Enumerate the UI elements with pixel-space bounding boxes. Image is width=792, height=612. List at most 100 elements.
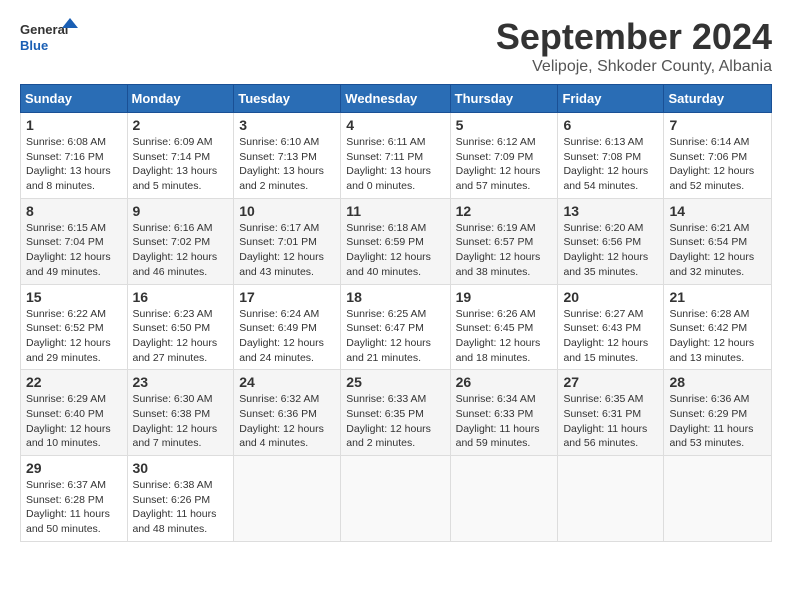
day-info: Sunrise: 6:23 AM Sunset: 6:50 PM Dayligh… bbox=[133, 307, 229, 366]
day-info: Sunrise: 6:16 AM Sunset: 7:02 PM Dayligh… bbox=[133, 221, 229, 280]
sunrise-label: Sunrise: 6:24 AM bbox=[239, 308, 319, 320]
daylight-label: Daylight: 13 hours and 0 minutes. bbox=[346, 165, 431, 192]
day-number: 3 bbox=[239, 117, 335, 133]
table-cell: 28 Sunrise: 6:36 AM Sunset: 6:29 PM Dayl… bbox=[664, 370, 772, 456]
sunrise-label: Sunrise: 6:26 AM bbox=[456, 308, 536, 320]
day-info: Sunrise: 6:35 AM Sunset: 6:31 PM Dayligh… bbox=[563, 392, 658, 451]
day-number: 29 bbox=[26, 460, 122, 476]
table-cell bbox=[341, 456, 450, 542]
week-row-3: 15 Sunrise: 6:22 AM Sunset: 6:52 PM Dayl… bbox=[21, 284, 772, 370]
table-cell: 29 Sunrise: 6:37 AM Sunset: 6:28 PM Dayl… bbox=[21, 456, 128, 542]
day-number: 19 bbox=[456, 289, 553, 305]
daylight-label: Daylight: 12 hours and 18 minutes. bbox=[456, 337, 541, 364]
day-info: Sunrise: 6:33 AM Sunset: 6:35 PM Dayligh… bbox=[346, 392, 444, 451]
sunset-label: Sunset: 6:45 PM bbox=[456, 322, 534, 334]
daylight-label: Daylight: 12 hours and 21 minutes. bbox=[346, 337, 431, 364]
daylight-label: Daylight: 12 hours and 10 minutes. bbox=[26, 423, 111, 450]
sunrise-label: Sunrise: 6:10 AM bbox=[239, 136, 319, 148]
sunset-label: Sunset: 6:42 PM bbox=[669, 322, 747, 334]
sunset-label: Sunset: 7:01 PM bbox=[239, 236, 317, 248]
week-row-5: 29 Sunrise: 6:37 AM Sunset: 6:28 PM Dayl… bbox=[21, 456, 772, 542]
day-info: Sunrise: 6:12 AM Sunset: 7:09 PM Dayligh… bbox=[456, 135, 553, 194]
table-cell: 19 Sunrise: 6:26 AM Sunset: 6:45 PM Dayl… bbox=[450, 284, 558, 370]
table-cell: 16 Sunrise: 6:23 AM Sunset: 6:50 PM Dayl… bbox=[127, 284, 234, 370]
table-cell: 3 Sunrise: 6:10 AM Sunset: 7:13 PM Dayli… bbox=[234, 113, 341, 199]
daylight-label: Daylight: 13 hours and 8 minutes. bbox=[26, 165, 111, 192]
sunrise-label: Sunrise: 6:29 AM bbox=[26, 393, 106, 405]
day-info: Sunrise: 6:11 AM Sunset: 7:11 PM Dayligh… bbox=[346, 135, 444, 194]
day-number: 30 bbox=[133, 460, 229, 476]
sunrise-label: Sunrise: 6:30 AM bbox=[133, 393, 213, 405]
day-number: 28 bbox=[669, 374, 766, 390]
day-info: Sunrise: 6:28 AM Sunset: 6:42 PM Dayligh… bbox=[669, 307, 766, 366]
day-info: Sunrise: 6:20 AM Sunset: 6:56 PM Dayligh… bbox=[563, 221, 658, 280]
day-number: 27 bbox=[563, 374, 658, 390]
col-tuesday: Tuesday bbox=[234, 85, 341, 113]
daylight-label: Daylight: 12 hours and 52 minutes. bbox=[669, 165, 754, 192]
sunset-label: Sunset: 6:31 PM bbox=[563, 408, 641, 420]
calendar-table: Sunday Monday Tuesday Wednesday Thursday… bbox=[20, 84, 772, 542]
sunset-label: Sunset: 6:56 PM bbox=[563, 236, 641, 248]
sunrise-label: Sunrise: 6:11 AM bbox=[346, 136, 425, 148]
daylight-label: Daylight: 12 hours and 32 minutes. bbox=[669, 251, 754, 278]
sunset-label: Sunset: 6:35 PM bbox=[346, 408, 424, 420]
sunset-label: Sunset: 7:09 PM bbox=[456, 151, 534, 163]
day-number: 15 bbox=[26, 289, 122, 305]
day-info: Sunrise: 6:10 AM Sunset: 7:13 PM Dayligh… bbox=[239, 135, 335, 194]
table-cell bbox=[558, 456, 664, 542]
table-cell: 2 Sunrise: 6:09 AM Sunset: 7:14 PM Dayli… bbox=[127, 113, 234, 199]
day-number: 25 bbox=[346, 374, 444, 390]
table-cell bbox=[664, 456, 772, 542]
table-cell bbox=[234, 456, 341, 542]
day-info: Sunrise: 6:30 AM Sunset: 6:38 PM Dayligh… bbox=[133, 392, 229, 451]
day-info: Sunrise: 6:34 AM Sunset: 6:33 PM Dayligh… bbox=[456, 392, 553, 451]
day-number: 1 bbox=[26, 117, 122, 133]
sunset-label: Sunset: 6:40 PM bbox=[26, 408, 104, 420]
daylight-label: Daylight: 12 hours and 40 minutes. bbox=[346, 251, 431, 278]
table-cell: 25 Sunrise: 6:33 AM Sunset: 6:35 PM Dayl… bbox=[341, 370, 450, 456]
day-info: Sunrise: 6:26 AM Sunset: 6:45 PM Dayligh… bbox=[456, 307, 553, 366]
sunset-label: Sunset: 6:38 PM bbox=[133, 408, 211, 420]
table-cell: 10 Sunrise: 6:17 AM Sunset: 7:01 PM Dayl… bbox=[234, 198, 341, 284]
day-info: Sunrise: 6:08 AM Sunset: 7:16 PM Dayligh… bbox=[26, 135, 122, 194]
logo: General Blue bbox=[20, 16, 80, 60]
week-row-4: 22 Sunrise: 6:29 AM Sunset: 6:40 PM Dayl… bbox=[21, 370, 772, 456]
day-number: 16 bbox=[133, 289, 229, 305]
sunset-label: Sunset: 6:36 PM bbox=[239, 408, 317, 420]
daylight-label: Daylight: 12 hours and 27 minutes. bbox=[133, 337, 218, 364]
daylight-label: Daylight: 12 hours and 35 minutes. bbox=[563, 251, 648, 278]
sunset-label: Sunset: 7:16 PM bbox=[26, 151, 104, 163]
table-cell: 11 Sunrise: 6:18 AM Sunset: 6:59 PM Dayl… bbox=[341, 198, 450, 284]
table-cell: 17 Sunrise: 6:24 AM Sunset: 6:49 PM Dayl… bbox=[234, 284, 341, 370]
sunset-label: Sunset: 6:59 PM bbox=[346, 236, 424, 248]
col-saturday: Saturday bbox=[664, 85, 772, 113]
svg-text:General: General bbox=[20, 22, 68, 37]
daylight-label: Daylight: 12 hours and 38 minutes. bbox=[456, 251, 541, 278]
day-number: 6 bbox=[563, 117, 658, 133]
daylight-label: Daylight: 12 hours and 4 minutes. bbox=[239, 423, 324, 450]
table-cell: 23 Sunrise: 6:30 AM Sunset: 6:38 PM Dayl… bbox=[127, 370, 234, 456]
day-number: 12 bbox=[456, 203, 553, 219]
col-wednesday: Wednesday bbox=[341, 85, 450, 113]
title-section: September 2024 Velipoje, Shkoder County,… bbox=[496, 16, 772, 76]
sunset-label: Sunset: 6:57 PM bbox=[456, 236, 534, 248]
sunset-label: Sunset: 6:52 PM bbox=[26, 322, 104, 334]
sunrise-label: Sunrise: 6:34 AM bbox=[456, 393, 536, 405]
daylight-label: Daylight: 12 hours and 7 minutes. bbox=[133, 423, 218, 450]
sunset-label: Sunset: 7:13 PM bbox=[239, 151, 317, 163]
sunrise-label: Sunrise: 6:33 AM bbox=[346, 393, 426, 405]
daylight-label: Daylight: 12 hours and 46 minutes. bbox=[133, 251, 218, 278]
day-info: Sunrise: 6:38 AM Sunset: 6:26 PM Dayligh… bbox=[133, 478, 229, 537]
day-info: Sunrise: 6:36 AM Sunset: 6:29 PM Dayligh… bbox=[669, 392, 766, 451]
sunset-label: Sunset: 6:33 PM bbox=[456, 408, 534, 420]
day-number: 23 bbox=[133, 374, 229, 390]
logo-svg: General Blue bbox=[20, 16, 80, 60]
day-info: Sunrise: 6:25 AM Sunset: 6:47 PM Dayligh… bbox=[346, 307, 444, 366]
daylight-label: Daylight: 12 hours and 43 minutes. bbox=[239, 251, 324, 278]
sunrise-label: Sunrise: 6:25 AM bbox=[346, 308, 426, 320]
daylight-label: Daylight: 12 hours and 57 minutes. bbox=[456, 165, 541, 192]
sunset-label: Sunset: 7:11 PM bbox=[346, 151, 423, 163]
day-number: 24 bbox=[239, 374, 335, 390]
table-cell: 1 Sunrise: 6:08 AM Sunset: 7:16 PM Dayli… bbox=[21, 113, 128, 199]
day-info: Sunrise: 6:15 AM Sunset: 7:04 PM Dayligh… bbox=[26, 221, 122, 280]
